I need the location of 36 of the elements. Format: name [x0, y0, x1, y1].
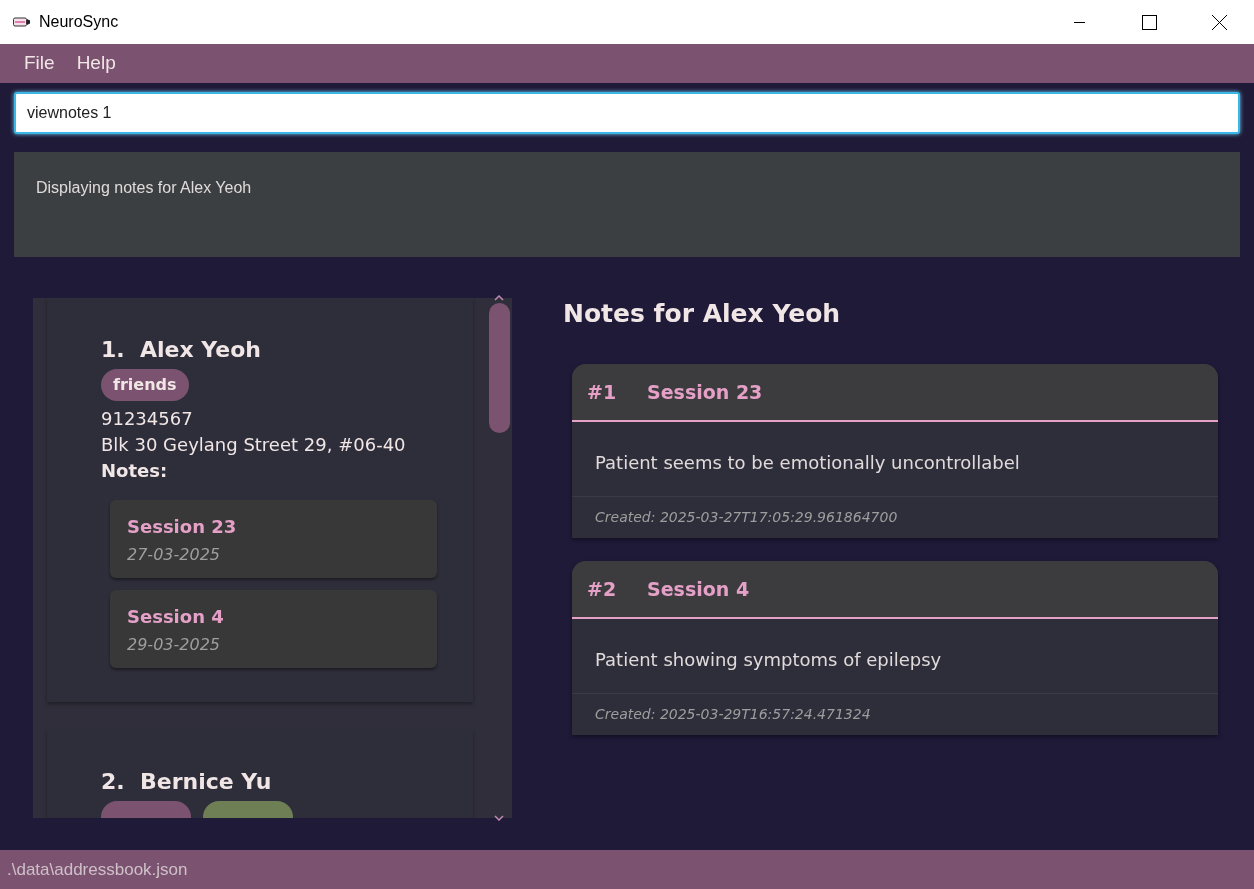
scrollbar[interactable]: [488, 298, 510, 818]
app-icon: [13, 17, 31, 27]
note-title: Session 23: [127, 515, 238, 539]
note-number: #2: [587, 576, 618, 602]
minimize-icon: [1073, 21, 1085, 23]
notes-heading: Notes for Alex Yeoh: [563, 298, 842, 330]
note-date: 27-03-2025: [127, 544, 221, 566]
note-title: Session 4: [647, 576, 750, 602]
note-card[interactable]: Session 4 29-03-2025: [110, 590, 437, 668]
note-date: 29-03-2025: [127, 634, 221, 656]
note-number: #1: [587, 379, 618, 405]
file-path: .\data\addressbook.json: [7, 858, 188, 881]
person-name: 2. Bernice Yu: [101, 768, 273, 796]
notes-label: Notes:: [101, 459, 169, 483]
note-body: Patient showing symptoms of epilepsy: [572, 619, 1218, 694]
menu-item[interactable]: File: [14, 49, 65, 78]
person-card[interactable]: 1. Alex Yeoh friends 91234567 Blk 30 Geylang Street 29, #06-40 Notes: Session 23 27-03-2025 Session 4 29-03-2025: [47, 298, 473, 702]
scroll-down-icon: [494, 815, 504, 821]
note-created: Created: 2025-03-29T16:57:24.471324: [594, 705, 872, 724]
person-card[interactable]: 2. Bernice Yu: [47, 730, 473, 818]
scroll-up-icon: [494, 295, 504, 301]
command-field[interactable]: viewnotes 1: [14, 92, 1240, 134]
window-title: NeuroSync: [39, 12, 119, 32]
tag: friends: [101, 369, 189, 401]
result-message: Displaying notes for Alex Yeoh: [36, 179, 252, 196]
menu-item[interactable]: Help: [66, 49, 126, 78]
note-created: Created: 2025-03-27T17:05:29.961864700: [594, 508, 899, 527]
note-title: Session 23: [647, 379, 763, 405]
address: Blk 30 Geylang Street 29, #06-40: [101, 433, 407, 457]
maximize-icon: [1141, 14, 1157, 30]
note-card[interactable]: Session 23 27-03-2025: [110, 500, 437, 578]
note-body: Patient seems to be emotionally uncontrollabel: [572, 422, 1218, 497]
close-icon: [1211, 14, 1227, 30]
phone-number: 91234567: [101, 407, 194, 431]
person-name: 1. Alex Yeoh: [101, 336, 262, 364]
note-title: Session 4: [127, 605, 225, 629]
